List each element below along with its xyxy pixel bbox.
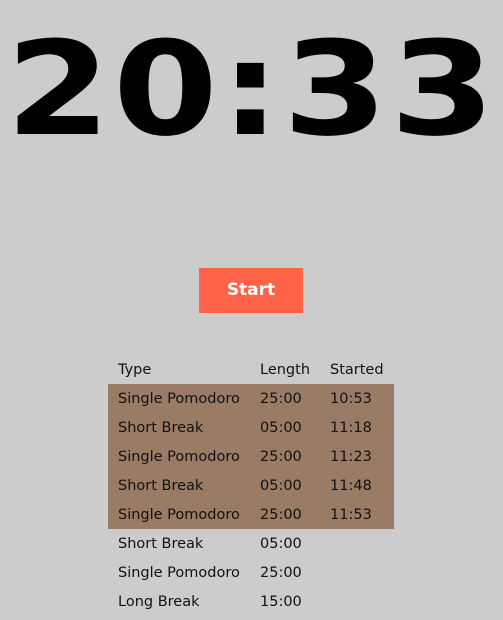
- row-type: Single Pomodoro: [118, 564, 240, 581]
- table-row: Single Pomodoro 25:00 10:53: [108, 384, 394, 413]
- table-row: Short Break 05:00 11:48: [108, 471, 394, 500]
- table-header-row: Type Length Started: [108, 355, 394, 384]
- table-row: Short Break 05:00 11:18: [108, 413, 394, 442]
- row-started: [320, 587, 394, 616]
- header-started: Started: [330, 361, 384, 378]
- timer-display: 20:33: [5, 13, 498, 165]
- row-length: 25:00: [250, 442, 321, 471]
- row-type: Short Break: [118, 535, 204, 552]
- row-length: 05:00: [250, 413, 321, 442]
- row-length: 05:00: [260, 535, 302, 552]
- row-started: [320, 529, 394, 558]
- table-row: Long Break 15:00: [108, 587, 394, 616]
- row-type: Short Break: [108, 413, 250, 442]
- row-type: Short Break: [108, 471, 250, 500]
- table-row: Single Pomodoro 25:00: [108, 558, 394, 587]
- row-started: 10:53: [320, 384, 394, 413]
- row-length: 15:00: [260, 593, 302, 610]
- row-length: 25:00: [250, 384, 321, 413]
- row-length: 25:00: [250, 500, 321, 529]
- header-type: Type: [118, 361, 152, 378]
- row-length: 25:00: [260, 564, 302, 581]
- table-row: Single Pomodoro 25:00 11:53: [108, 500, 394, 529]
- row-type: Single Pomodoro: [108, 500, 250, 529]
- header-length: Length: [260, 361, 311, 378]
- row-type: Single Pomodoro: [108, 384, 250, 413]
- row-started: [320, 558, 394, 587]
- row-length: 05:00: [250, 471, 321, 500]
- row-started: 11:53: [320, 500, 394, 529]
- start-button[interactable]: Start: [199, 268, 303, 313]
- table-row: Single Pomodoro 25:00 11:23: [108, 442, 394, 471]
- row-type: Single Pomodoro: [108, 442, 250, 471]
- schedule-table: Type Length Started Single Pomodoro 25:0…: [108, 355, 394, 616]
- row-started: 11:18: [320, 413, 394, 442]
- row-type: Long Break: [118, 593, 200, 610]
- table-row: Short Break 05:00: [108, 529, 394, 558]
- row-started: 11:23: [320, 442, 394, 471]
- row-started: 11:48: [320, 471, 394, 500]
